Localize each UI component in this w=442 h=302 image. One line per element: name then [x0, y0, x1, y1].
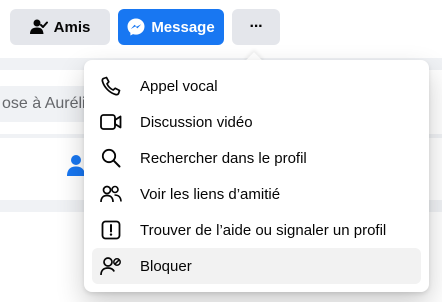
friends-check-icon [29, 19, 48, 35]
video-camera-icon [100, 111, 122, 133]
menu-item-block[interactable]: Bloquer [92, 248, 421, 284]
more-options-menu: Appel vocal Discussion vidéo Rechercher … [84, 60, 429, 292]
menu-item-label: Discussion vidéo [140, 113, 253, 131]
menu-item-voice-call[interactable]: Appel vocal [92, 68, 421, 104]
menu-item-label: Rechercher dans le profil [140, 149, 307, 167]
messenger-icon [127, 18, 145, 36]
menu-item-friendship[interactable]: Voir les liens d’amitié [92, 176, 421, 212]
phone-icon [100, 75, 122, 97]
friends-icon [100, 183, 122, 205]
menu-item-label: Bloquer [140, 257, 192, 275]
menu-item-report-profile[interactable]: Trouver de l’aide ou signaler un profil [92, 212, 421, 248]
more-options-button[interactable]: ··· [232, 9, 280, 45]
profile-action-bar: Amis Message ··· [0, 0, 442, 58]
search-icon [100, 147, 122, 169]
person-icon [67, 154, 85, 181]
friends-button[interactable]: Amis [10, 9, 110, 45]
block-user-icon [100, 255, 122, 277]
message-button[interactable]: Message [118, 9, 224, 45]
menu-item-video-chat[interactable]: Discussion vidéo [92, 104, 421, 140]
ellipsis-icon: ··· [249, 18, 264, 35]
friends-button-label: Amis [53, 18, 91, 36]
menu-item-search-profile[interactable]: Rechercher dans le profil [92, 140, 421, 176]
menu-item-label: Appel vocal [140, 77, 218, 95]
menu-item-label: Trouver de l’aide ou signaler un profil [140, 221, 387, 239]
message-button-label: Message [151, 18, 215, 36]
menu-item-label: Voir les liens d’amitié [140, 185, 281, 203]
composer-placeholder: ose à Auréli [2, 95, 86, 112]
report-icon [100, 219, 122, 241]
